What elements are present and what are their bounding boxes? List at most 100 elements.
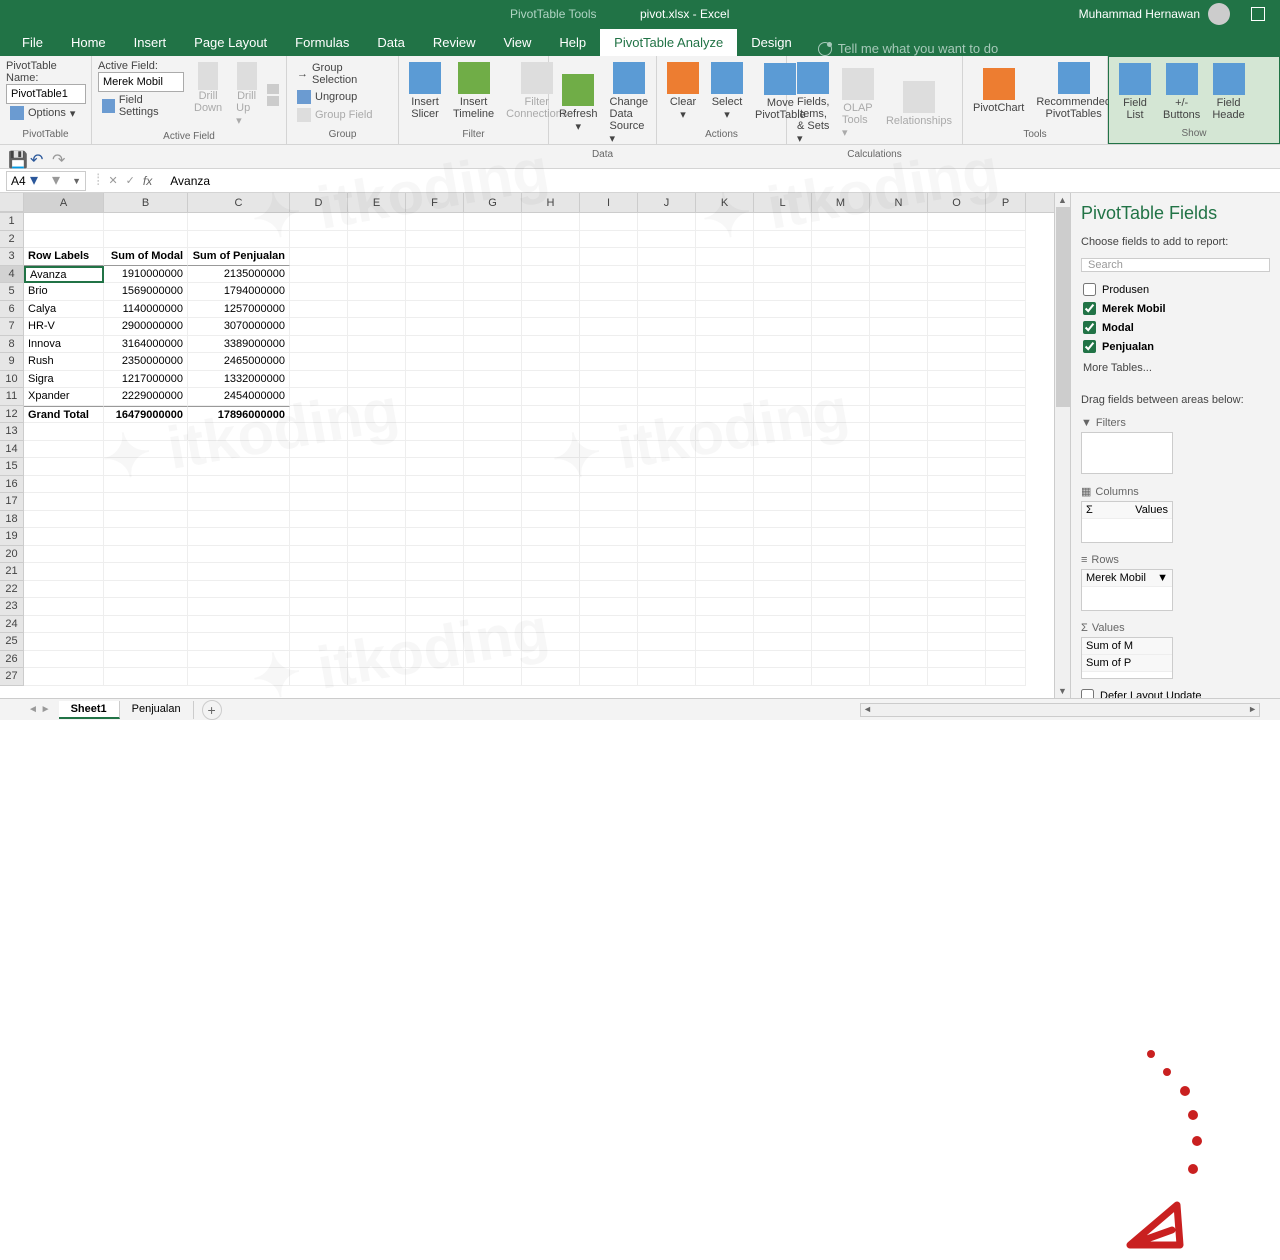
cell-H2[interactable] — [522, 231, 580, 249]
cell-N3[interactable] — [870, 248, 928, 266]
cell-D24[interactable] — [290, 616, 348, 634]
cell-C4[interactable]: 2135000000 — [188, 266, 290, 284]
cell-E2[interactable] — [348, 231, 406, 249]
cell-E19[interactable] — [348, 528, 406, 546]
cell-G8[interactable] — [464, 336, 522, 354]
field-headers-button[interactable]: FieldHeade — [1208, 61, 1248, 123]
avatar[interactable] — [1208, 3, 1230, 25]
row-header-10[interactable]: 10 — [0, 371, 24, 389]
cell-J25[interactable] — [638, 633, 696, 651]
cell-H12[interactable] — [522, 406, 580, 424]
cell-M1[interactable] — [812, 213, 870, 231]
row-header-27[interactable]: 27 — [0, 668, 24, 686]
row-header-23[interactable]: 23 — [0, 598, 24, 616]
cell-I8[interactable] — [580, 336, 638, 354]
cell-C17[interactable] — [188, 493, 290, 511]
cell-O24[interactable] — [928, 616, 986, 634]
cell-M24[interactable] — [812, 616, 870, 634]
cell-G18[interactable] — [464, 511, 522, 529]
cell-B6[interactable]: 1140000000 — [104, 301, 188, 319]
cell-F3[interactable] — [406, 248, 464, 266]
cell-C1[interactable] — [188, 213, 290, 231]
cell-B4[interactable]: 1910000000 — [104, 266, 188, 284]
tab-home[interactable]: Home — [57, 29, 120, 56]
tab-formulas[interactable]: Formulas — [281, 29, 363, 56]
cell-J13[interactable] — [638, 423, 696, 441]
rows-item[interactable]: Merek Mobil▼ — [1082, 570, 1172, 587]
row-header-12[interactable]: 12 — [0, 406, 24, 424]
cell-M12[interactable] — [812, 406, 870, 424]
cell-B1[interactable] — [104, 213, 188, 231]
cell-G7[interactable] — [464, 318, 522, 336]
col-header-J[interactable]: J — [638, 193, 696, 212]
tab-file[interactable]: File — [8, 29, 57, 56]
cell-P2[interactable] — [986, 231, 1026, 249]
row-header-15[interactable]: 15 — [0, 458, 24, 476]
cell-B13[interactable] — [104, 423, 188, 441]
cell-H27[interactable] — [522, 668, 580, 686]
cell-F21[interactable] — [406, 563, 464, 581]
cell-E27[interactable] — [348, 668, 406, 686]
cell-J23[interactable] — [638, 598, 696, 616]
recommended-button[interactable]: RecommendedPivotTables — [1032, 60, 1115, 122]
cell-O14[interactable] — [928, 441, 986, 459]
cell-M6[interactable] — [812, 301, 870, 319]
tab-pivottable-analyze[interactable]: PivotTable Analyze — [600, 29, 737, 56]
cell-K10[interactable] — [696, 371, 754, 389]
cell-A22[interactable] — [24, 581, 104, 599]
worksheet[interactable]: ABCDEFGHIJKLMNOP 123Row Labels▼Sum of Mo… — [0, 193, 1054, 698]
cell-O4[interactable] — [928, 266, 986, 284]
options-button[interactable]: Options ▾ — [6, 104, 85, 122]
cell-K17[interactable] — [696, 493, 754, 511]
cell-D27[interactable] — [290, 668, 348, 686]
cell-H22[interactable] — [522, 581, 580, 599]
cell-B24[interactable] — [104, 616, 188, 634]
save-icon[interactable]: 💾 — [8, 150, 22, 164]
buttons-toggle[interactable]: +/-Buttons — [1159, 61, 1204, 123]
cell-M3[interactable] — [812, 248, 870, 266]
cell-H4[interactable] — [522, 266, 580, 284]
cell-I25[interactable] — [580, 633, 638, 651]
cell-J9[interactable] — [638, 353, 696, 371]
ribbon-display-icon[interactable] — [1251, 7, 1265, 21]
cell-J4[interactable] — [638, 266, 696, 284]
cell-A16[interactable] — [24, 476, 104, 494]
cell-K23[interactable] — [696, 598, 754, 616]
tab-view[interactable]: View — [489, 29, 545, 56]
enter-icon[interactable]: ✓ — [126, 174, 135, 187]
cell-E16[interactable] — [348, 476, 406, 494]
cell-B22[interactable] — [104, 581, 188, 599]
user-area[interactable]: Muhammad Hernawan — [1079, 3, 1230, 25]
cell-O6[interactable] — [928, 301, 986, 319]
cell-O22[interactable] — [928, 581, 986, 599]
cell-K24[interactable] — [696, 616, 754, 634]
cell-O21[interactable] — [928, 563, 986, 581]
cell-I14[interactable] — [580, 441, 638, 459]
cell-E25[interactable] — [348, 633, 406, 651]
cell-L4[interactable] — [754, 266, 812, 284]
cell-A19[interactable] — [24, 528, 104, 546]
cell-A23[interactable] — [24, 598, 104, 616]
row-header-21[interactable]: 21 — [0, 563, 24, 581]
cell-P1[interactable] — [986, 213, 1026, 231]
cell-C2[interactable] — [188, 231, 290, 249]
add-sheet-button[interactable]: + — [202, 700, 222, 720]
col-header-F[interactable]: F — [406, 193, 464, 212]
row-header-22[interactable]: 22 — [0, 581, 24, 599]
row-header-6[interactable]: 6 — [0, 301, 24, 319]
cell-B8[interactable]: 3164000000 — [104, 336, 188, 354]
cancel-icon[interactable]: ✕ — [108, 174, 117, 187]
cell-L5[interactable] — [754, 283, 812, 301]
cell-I24[interactable] — [580, 616, 638, 634]
cell-O27[interactable] — [928, 668, 986, 686]
cell-F11[interactable] — [406, 388, 464, 406]
row-header-1[interactable]: 1 — [0, 213, 24, 231]
cell-I17[interactable] — [580, 493, 638, 511]
cell-N26[interactable] — [870, 651, 928, 669]
cell-I18[interactable] — [580, 511, 638, 529]
cell-J1[interactable] — [638, 213, 696, 231]
cell-J18[interactable] — [638, 511, 696, 529]
cell-J19[interactable] — [638, 528, 696, 546]
cell-B5[interactable]: 1569000000 — [104, 283, 188, 301]
cell-D11[interactable] — [290, 388, 348, 406]
